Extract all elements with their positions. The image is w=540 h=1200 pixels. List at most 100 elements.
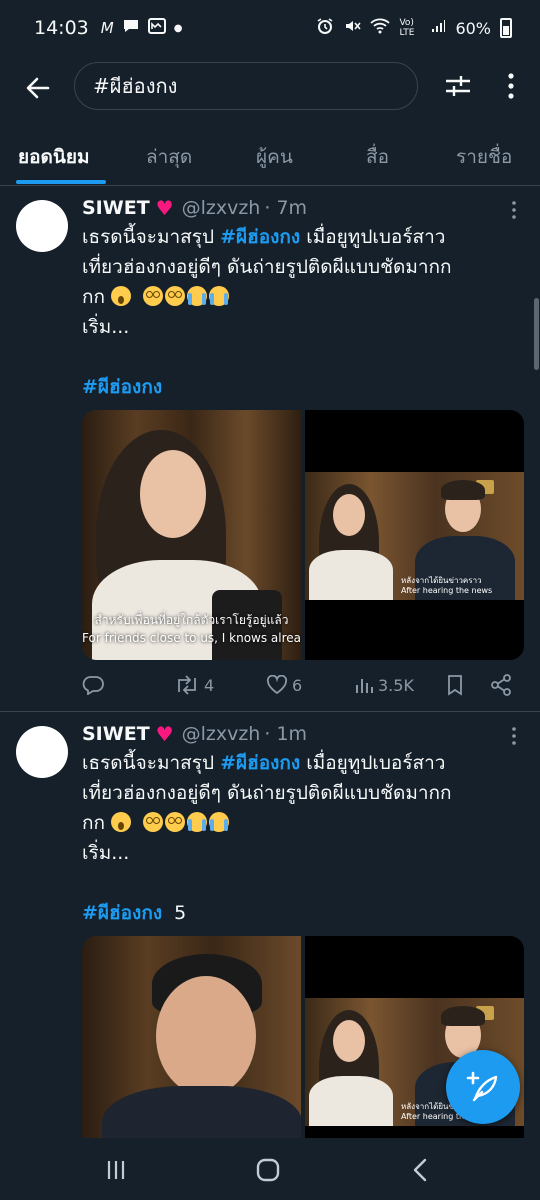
- tweet-more-button[interactable]: [504, 198, 524, 222]
- views-button[interactable]: 3.5K: [354, 670, 414, 700]
- text-segment: เธรดนี้จะมาสรุป: [82, 226, 221, 248]
- hashtag-link[interactable]: #ผีฮ่องกง: [220, 226, 300, 248]
- views-chart-icon: [356, 679, 373, 693]
- crying-emoji-icon: [187, 286, 208, 306]
- dizzy-face-emoji-icon: [165, 286, 186, 306]
- media-image[interactable]: สำหรับเพื่อนที่อยู่ใกล้ตัวเราโยรู้อยู่แล…: [82, 410, 301, 660]
- bookmark-icon: [448, 675, 462, 696]
- more-vertical-icon: [512, 201, 516, 219]
- views-count: 3.5K: [378, 675, 414, 695]
- reply-button[interactable]: [82, 670, 108, 700]
- battery-icon: [500, 18, 512, 38]
- video-subtitle-th: สำหรับเพื่อนที่อยู่ใกล้ตัวเราโยรู้อยู่แล…: [94, 613, 289, 627]
- video-subtitle-th: หลังจากได้ยินข่าวคราว: [401, 576, 482, 585]
- wifi-icon: [370, 18, 391, 38]
- hashtag-link[interactable]: #ผีฮ่องกง: [220, 752, 300, 774]
- tweet-header: SIWET ♥ @lzxvzh · 1m: [82, 720, 307, 748]
- text-line: เที่ยวฮ่องกงอยู่ดีๆ ดันถ่ายรูปติดผีแบบชั…: [82, 256, 452, 278]
- hashtag-line: #ผีฮ่องกง 5: [82, 898, 186, 928]
- search-filter-button[interactable]: [440, 68, 476, 104]
- crying-emoji-icon: [209, 286, 230, 306]
- video-subtitle-en: After hearing the news: [401, 586, 493, 595]
- recent-apps-button[interactable]: [96, 1154, 136, 1186]
- text-segment: เมื่อยูทูปเบอร์สาว: [300, 226, 446, 248]
- scream-emoji-icon: [111, 286, 132, 306]
- search-header: #ผีฮ่องกง: [0, 58, 540, 118]
- hashtag-count: 5: [174, 902, 187, 924]
- text-line: เที่ยวฮ่องกงอยู่ดีๆ ดันถ่ายรูปติดผีแบบชั…: [82, 782, 452, 804]
- crying-emoji-icon: [209, 812, 230, 832]
- retweet-icon: [178, 675, 196, 695]
- more-vertical-icon: [508, 73, 514, 99]
- retweet-button[interactable]: 4: [174, 670, 214, 700]
- text-line: เริ่ม...: [82, 842, 130, 864]
- home-icon: [256, 1158, 280, 1182]
- hashtag-link[interactable]: #ผีฮ่องกง: [82, 902, 162, 924]
- hashtag-line: #ผีฮ่องกง: [82, 372, 162, 402]
- heart-emoji-icon: ♥: [155, 196, 174, 220]
- bookmark-button[interactable]: [446, 670, 464, 700]
- display-name[interactable]: SIWET: [82, 197, 150, 219]
- status-time: 14:03: [34, 17, 89, 39]
- tweet[interactable]: SIWET ♥ @lzxvzh · 7m เธรดนี้จะมาสรุป #ผี…: [0, 186, 540, 710]
- media-image[interactable]: [82, 936, 301, 1138]
- user-handle[interactable]: @lzxvzh: [182, 723, 261, 745]
- recents-icon: [107, 1161, 125, 1179]
- active-tab-indicator: [16, 180, 106, 184]
- feather-plus-icon: [466, 1071, 498, 1102]
- scrollbar[interactable]: [534, 298, 539, 370]
- share-button[interactable]: [490, 670, 512, 700]
- tab-media[interactable]: สื่อ: [366, 128, 389, 186]
- user-handle[interactable]: @lzxvzh: [182, 197, 261, 219]
- compose-tweet-button[interactable]: [446, 1050, 520, 1124]
- text-segment: กก: [82, 812, 106, 834]
- video-subtitle-en: For friends close to us, I knows already: [82, 631, 301, 645]
- home-button[interactable]: [248, 1154, 288, 1186]
- heart-emoji-icon: ♥: [155, 722, 174, 746]
- tab-latest[interactable]: ล่าสุด: [146, 128, 192, 186]
- search-input[interactable]: #ผีฮ่องกง: [74, 62, 418, 110]
- tweet-time: · 1m: [264, 723, 308, 745]
- text-line: เริ่ม...: [82, 316, 130, 338]
- tab-lists[interactable]: รายชื่อ: [456, 128, 512, 186]
- chevron-left-icon: [413, 1158, 427, 1182]
- back-nav-button[interactable]: [400, 1154, 440, 1186]
- volte-label: Vo) LTE: [399, 18, 415, 38]
- hashtag-link[interactable]: #ผีฮ่องกง: [82, 376, 162, 398]
- dizzy-face-emoji-icon: [143, 812, 164, 832]
- tweet-more-button[interactable]: [504, 724, 524, 748]
- overflow-menu-button[interactable]: [496, 68, 526, 104]
- avatar[interactable]: [16, 726, 68, 778]
- share-icon: [491, 674, 511, 696]
- chat-bubble-icon: [122, 18, 140, 38]
- display-name[interactable]: SIWET: [82, 723, 150, 745]
- heart-icon: [266, 675, 288, 695]
- status-bar: 14:03 M ● Vo) LTE 60%: [0, 0, 540, 56]
- mail-app-icon: [147, 18, 166, 38]
- retweet-count: 4: [204, 675, 215, 695]
- back-button[interactable]: [0, 58, 76, 118]
- tweet-text: เธรดนี้จะมาสรุป #ผีฮ่องกง เมื่อยูทูปเบอร…: [82, 222, 522, 342]
- media-image[interactable]: หลังจากได้ยินข่าวคราว After hearing the …: [305, 410, 524, 660]
- notification-icons: M ●: [100, 18, 182, 38]
- search-tabs: ยอดนิยม ล่าสุด ผู้คน สื่อ รายชื่อ: [0, 128, 540, 186]
- avatar[interactable]: [16, 200, 68, 252]
- dizzy-face-emoji-icon: [143, 286, 164, 306]
- system-navigation-bar: [0, 1138, 540, 1200]
- battery-percent: 60%: [455, 18, 491, 38]
- tweet-text: เธรดนี้จะมาสรุป #ผีฮ่องกง เมื่อยูทูปเบอร…: [82, 748, 522, 868]
- text-segment: เธรดนี้จะมาสรุป: [82, 752, 221, 774]
- arrow-left-icon: [26, 77, 50, 99]
- tab-people[interactable]: ผู้คน: [256, 128, 293, 186]
- signal-icon: [430, 18, 446, 38]
- text-segment: เมื่อยูทูปเบอร์สาว: [300, 752, 446, 774]
- mute-icon: [343, 17, 362, 39]
- alarm-icon: [316, 17, 334, 39]
- tweet-time: · 7m: [264, 197, 308, 219]
- tweet-media[interactable]: สำหรับเพื่อนที่อยู่ใกล้ตัวเราโยรู้อยู่แล…: [82, 410, 524, 660]
- tab-top[interactable]: ยอดนิยม: [18, 128, 90, 186]
- like-count: 6: [292, 675, 303, 695]
- like-button[interactable]: 6: [266, 670, 302, 700]
- m-notification-icon: M: [100, 19, 114, 37]
- more-vertical-icon: [512, 727, 516, 745]
